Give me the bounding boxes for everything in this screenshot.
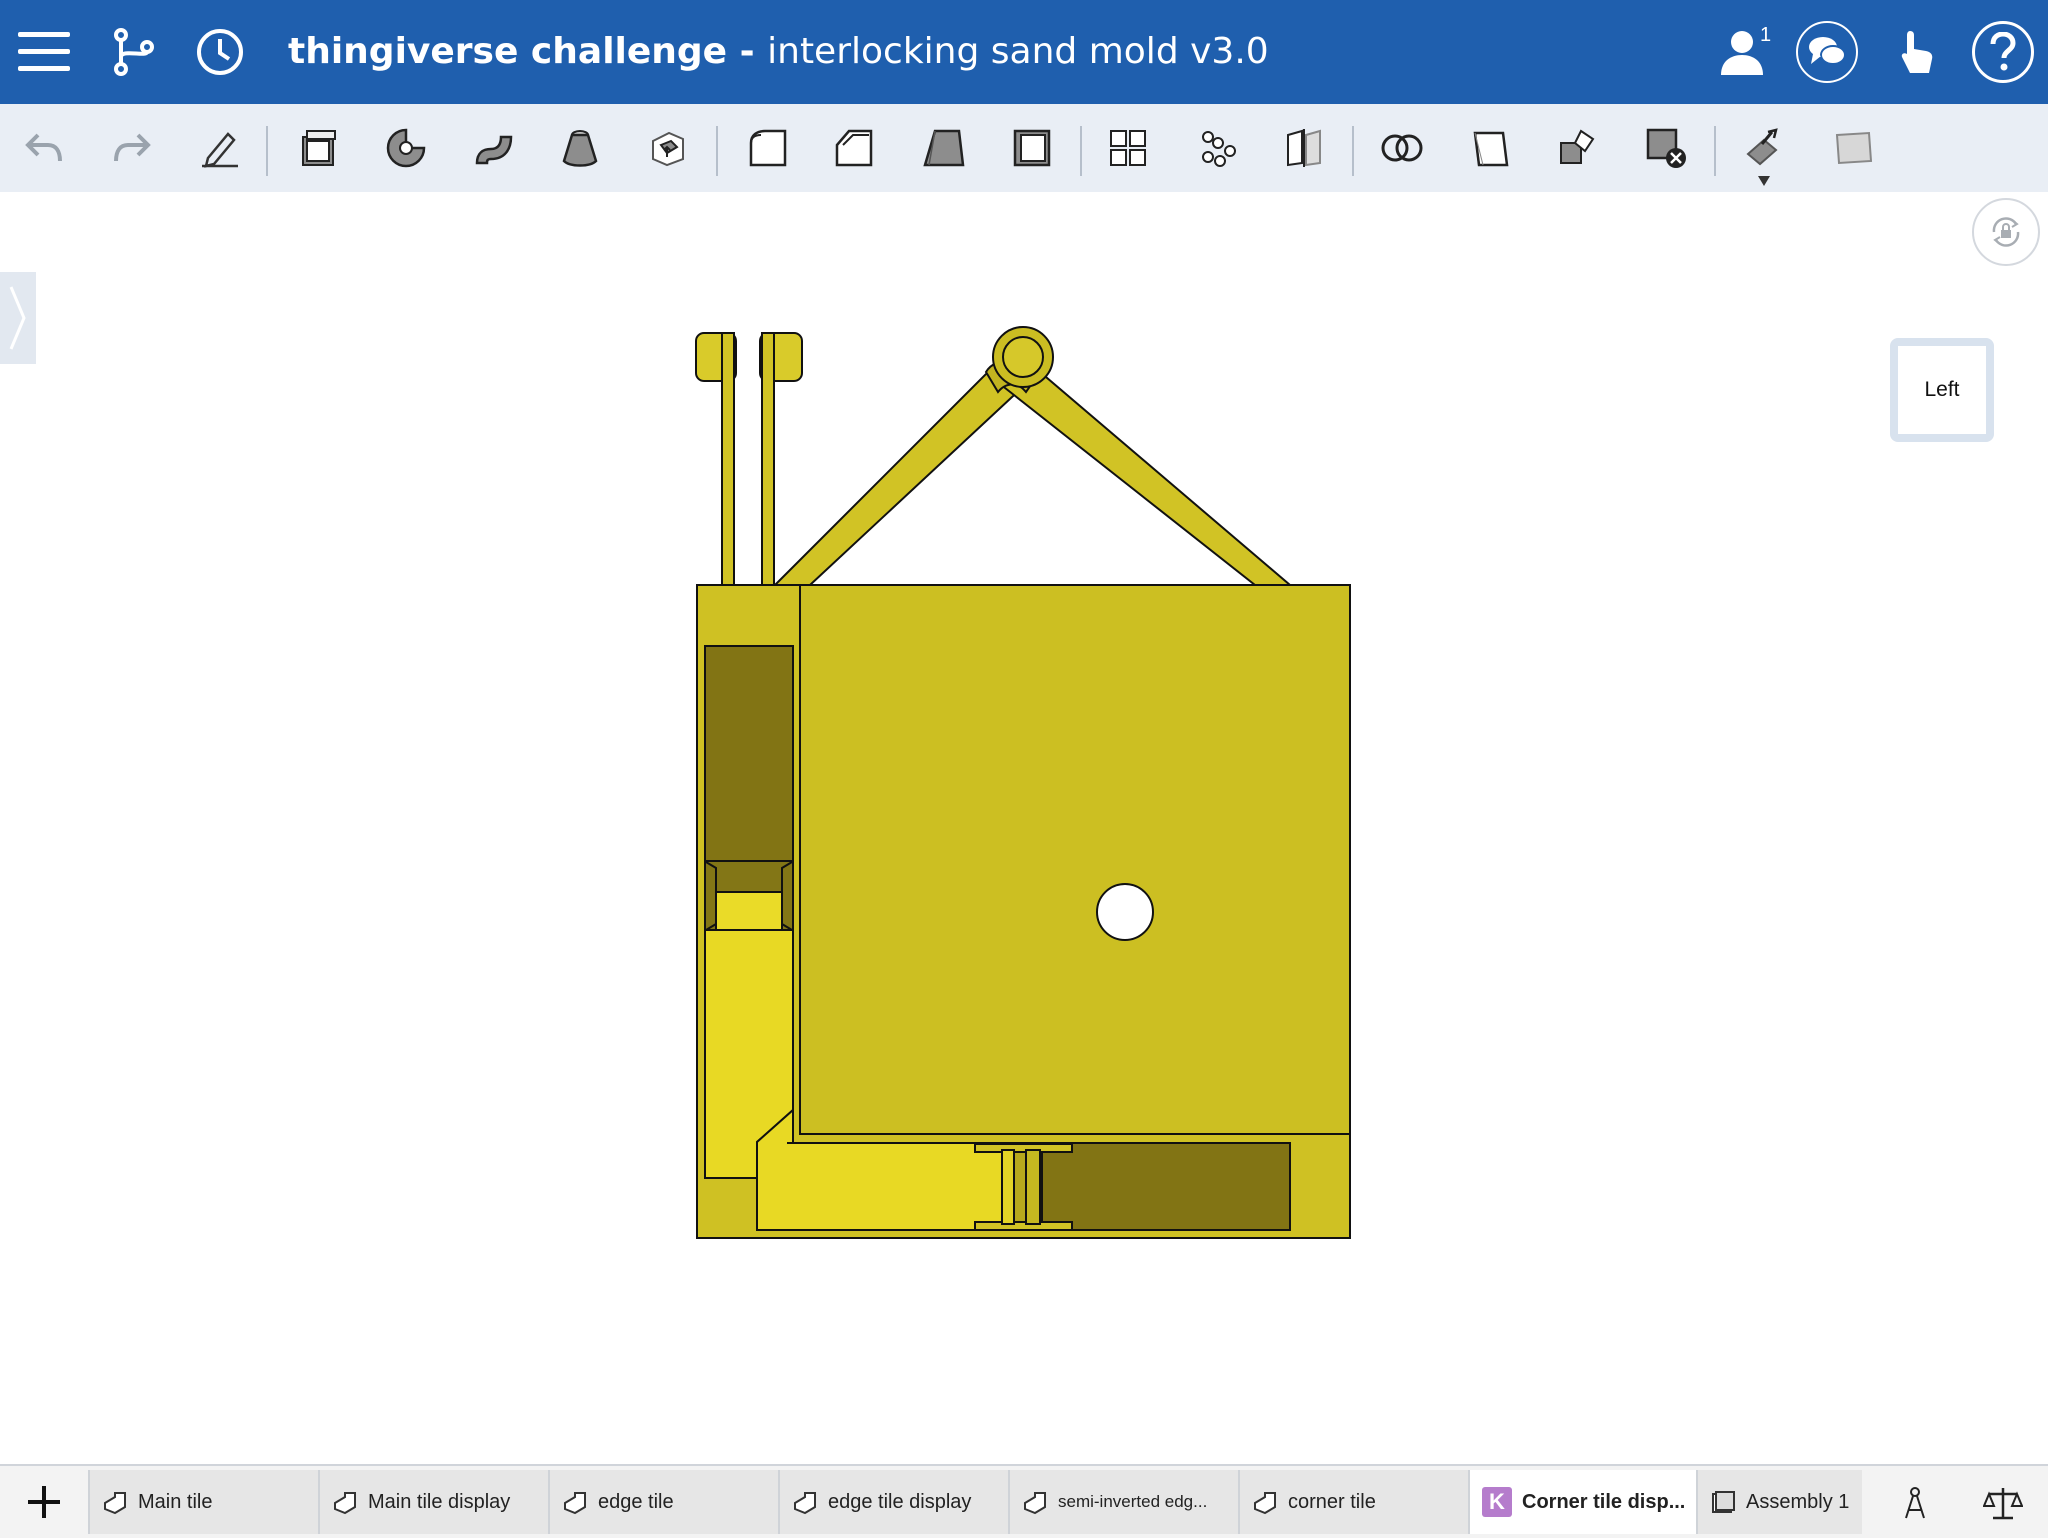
measure-icon[interactable]: [1890, 1478, 1940, 1528]
rod-left: [721, 332, 735, 586]
redo-icon[interactable]: [104, 120, 160, 176]
title-separator: -: [727, 31, 768, 72]
assembly-icon: [1712, 1491, 1735, 1513]
move-face-icon[interactable]: [1550, 120, 1606, 176]
touch-icon[interactable]: [1888, 22, 1948, 82]
plane-icon[interactable]: [1826, 120, 1882, 176]
sand-mold-model[interactable]: [690, 325, 1360, 1245]
top-bar: thingiverse challenge - interlocking san…: [0, 0, 2048, 104]
tab-label: semi-inverted edg...: [1058, 1492, 1208, 1511]
thicken-icon[interactable]: [640, 120, 696, 176]
tab-main-tile-display[interactable]: Main tile display: [318, 1470, 548, 1534]
mate-dropdown-arrow[interactable]: [1757, 174, 1771, 186]
tab-label: Main tile display: [368, 1490, 511, 1513]
document-name[interactable]: interlocking sand mold v3.0: [767, 31, 1269, 72]
handle-arm-right: [998, 358, 1293, 586]
tab-label: corner tile: [1288, 1490, 1376, 1513]
undo-icon[interactable]: [16, 120, 72, 176]
toolbar-divider: [1080, 126, 1082, 176]
tab-badge: K: [1482, 1487, 1512, 1517]
split-icon[interactable]: [1276, 120, 1332, 176]
left-clip-bar: [715, 891, 783, 931]
history-icon[interactable]: [190, 22, 250, 82]
branch-icon[interactable]: [104, 22, 164, 82]
revolve-icon[interactable]: [378, 120, 434, 176]
view-cube[interactable]: Left: [1890, 338, 1994, 442]
shell-icon[interactable]: [1004, 120, 1060, 176]
feature-toolbar: [0, 104, 2048, 192]
mass-properties-icon[interactable]: [1978, 1478, 2028, 1528]
delete-part-icon[interactable]: [1638, 120, 1694, 176]
sweep-icon[interactable]: [466, 120, 522, 176]
view-cube-face[interactable]: Left: [1898, 346, 1986, 434]
sketch-icon[interactable]: [192, 120, 248, 176]
left-channel-dark: [704, 645, 794, 862]
tab-label: edge tile display: [828, 1490, 972, 1513]
mold-main-face: [799, 584, 1351, 1135]
tab-corner-tile-display[interactable]: K Corner tile disp...: [1468, 1470, 1696, 1534]
part-studio-icon: [334, 1492, 356, 1515]
mirror-icon[interactable]: [1190, 120, 1246, 176]
chevron-right-icon: [9, 286, 26, 350]
tab-label: Main tile: [138, 1490, 213, 1513]
toolbar-divider: [1352, 126, 1354, 176]
tab-edge-tile[interactable]: edge tile: [548, 1470, 778, 1534]
part-studio-icon: [104, 1492, 126, 1515]
feature-panel-toggle[interactable]: [0, 272, 36, 364]
document-tab-bar: Main tile Main tile display edge tile ed…: [0, 1464, 2048, 1538]
tab-edge-tile-display[interactable]: edge tile display: [778, 1470, 1008, 1534]
draft-icon[interactable]: [916, 120, 972, 176]
tab-label: Corner tile disp...: [1522, 1490, 1686, 1513]
handle-pivot-pin: [1002, 336, 1044, 378]
boolean-icon[interactable]: [1374, 120, 1430, 176]
mate-icon[interactable]: [1736, 120, 1792, 176]
view-rotation-lock-button[interactable]: [1972, 198, 2040, 266]
pattern-icon[interactable]: [1100, 120, 1156, 176]
bottom-clip-post-left: [1001, 1149, 1015, 1225]
chat-icon[interactable]: [1796, 21, 1858, 83]
extrude-icon[interactable]: [290, 120, 346, 176]
tab-main-tile[interactable]: Main tile: [88, 1470, 318, 1534]
help-icon[interactable]: [1972, 21, 2034, 83]
rotate-lock-icon: [1992, 217, 2020, 247]
part-studio-icon: [1024, 1492, 1046, 1515]
tab-label: edge tile: [598, 1490, 674, 1513]
loft-icon[interactable]: [552, 120, 608, 176]
tab-corner-tile[interactable]: corner tile: [1238, 1470, 1468, 1534]
toolbar-divider: [1714, 126, 1716, 176]
part-studio-icon: [564, 1492, 586, 1515]
part-studio-icon: [1254, 1492, 1276, 1515]
part-studio-icon: [794, 1492, 816, 1515]
tab-label: Assembly 1: [1746, 1490, 1850, 1513]
toolbar-divider: [266, 126, 268, 176]
transform-icon[interactable]: [1462, 120, 1518, 176]
rod-right: [761, 332, 775, 586]
user-count: 1: [1760, 24, 1772, 46]
tab-semi-inverted-edge[interactable]: semi-inverted edg...: [1008, 1470, 1238, 1534]
bottom-channel-dark: [1039, 1142, 1291, 1231]
document-title: thingiverse challenge - interlocking san…: [288, 28, 1269, 76]
toolbar-divider: [716, 126, 718, 176]
add-tab-button[interactable]: [0, 1466, 88, 1538]
menu-icon[interactable]: [14, 22, 74, 82]
mold-hole: [1096, 883, 1154, 941]
project-name[interactable]: thingiverse challenge: [288, 31, 727, 72]
bottom-clip-post-right: [1025, 1149, 1041, 1225]
chamfer-icon[interactable]: [826, 120, 882, 176]
plus-icon: [28, 1486, 60, 1518]
fillet-icon[interactable]: [740, 120, 796, 176]
handle-arm-left: [772, 358, 1028, 586]
tab-assembly-1[interactable]: Assembly 1: [1696, 1470, 1862, 1534]
